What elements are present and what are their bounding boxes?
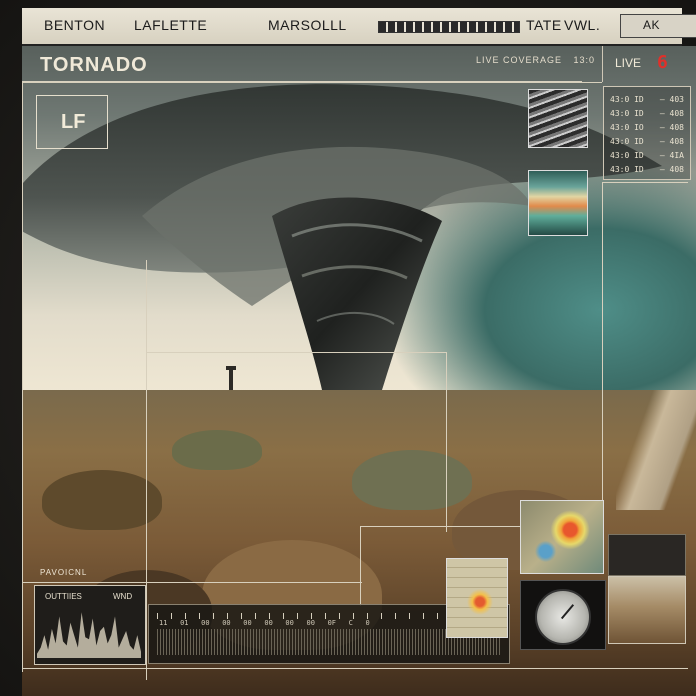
overlay-line xyxy=(602,182,688,183)
readout-time: 43:0 ID xyxy=(610,151,644,160)
county-label[interactable]: LAFLETTE xyxy=(134,17,207,33)
readout-value: — 4IA xyxy=(659,151,684,160)
gauge-panel xyxy=(520,580,606,650)
readout-row: 43:0 ID — 4IA xyxy=(604,151,690,165)
readout-time: 43:0 ID xyxy=(610,165,644,174)
ak-box: AK xyxy=(620,14,696,38)
ruler-tick-labels: 11 01 00 00 00 00 00 00 0F C 0 xyxy=(159,619,370,627)
county-map-thumbnail[interactable] xyxy=(446,558,508,638)
live-label: LIVE xyxy=(615,56,642,70)
waveform-unit: WND xyxy=(113,592,133,601)
radar-map-thumbnail[interactable] xyxy=(520,500,604,574)
readout-time: 43:0 ID xyxy=(610,137,644,146)
readout-row: 43:0 ID — 408 xyxy=(604,109,690,123)
station-logo: LF xyxy=(36,95,108,149)
county-label[interactable]: VWL. xyxy=(564,17,600,33)
overlay-line xyxy=(146,260,147,680)
overlay-line xyxy=(22,668,688,669)
compass-gauge-icon xyxy=(535,589,591,645)
overlay-line xyxy=(602,182,603,532)
overlay-line xyxy=(446,352,447,532)
overlay-line xyxy=(22,82,602,83)
live-number: 6 xyxy=(657,52,668,73)
footage-thumbnail[interactable] xyxy=(528,89,588,148)
signal-meter xyxy=(378,21,520,33)
coverage-time: 13:0 xyxy=(573,55,596,65)
overlay-line xyxy=(146,352,446,353)
readout-value: — 408 xyxy=(659,137,684,146)
radar-thumbnail[interactable] xyxy=(528,170,588,236)
wind-waveform-panel[interactable]: OUTTIIES WND xyxy=(34,585,146,665)
county-bar: BENTON LAFLETTE MARSOLLL TATE VWL. AK xyxy=(22,8,696,46)
live-indicator: LIVE 6 xyxy=(602,46,689,82)
readout-time: 43:0 IO xyxy=(610,123,644,132)
county-label[interactable]: AK xyxy=(643,18,660,32)
readout-row: 43:0 ID — 408 xyxy=(604,165,690,179)
overlay-line xyxy=(360,526,361,606)
readout-row: 43:0 ID — 403 xyxy=(604,95,690,109)
panel-label: PAVOICNL xyxy=(40,568,88,577)
readout-time: 43:0 ID xyxy=(610,95,644,104)
field-camera-thumbnail[interactable] xyxy=(608,576,686,644)
data-readout: 43:0 ID — 403 43:0 ID — 408 43:0 IO — 408 4… xyxy=(603,86,691,180)
readout-value: — 408 xyxy=(659,109,684,118)
page-title: TORNADO xyxy=(40,54,148,76)
waveform-area xyxy=(37,612,141,658)
overlay-line xyxy=(360,526,520,527)
readout-time: 43:0 ID xyxy=(610,109,644,118)
readout-row: 43:0 ID — 408 xyxy=(604,137,690,151)
readout-value: — 403 xyxy=(659,95,684,104)
overlay-line xyxy=(22,582,362,583)
county-label[interactable]: BENTON xyxy=(44,17,105,33)
readout-value: — 408 xyxy=(659,165,684,174)
overlay-line xyxy=(22,82,23,672)
county-label[interactable]: TATE xyxy=(526,17,562,33)
logo-text: LF xyxy=(61,111,86,133)
road xyxy=(616,390,696,510)
county-label[interactable]: MARSOLLL xyxy=(268,17,347,33)
waveform-label: OUTTIIES xyxy=(45,592,82,601)
gauge-needle xyxy=(560,604,575,620)
broadcast-frame: BENTON LAFLETTE MARSOLLL TATE VWL. AK TO… xyxy=(0,0,696,696)
blank-panel xyxy=(608,534,686,576)
waveform-graph xyxy=(37,612,141,658)
readout-row: 43:0 IO — 408 xyxy=(604,123,690,137)
readout-value: — 408 xyxy=(659,123,684,132)
coverage-label: LIVE COVERAGE 13:0 xyxy=(476,55,595,65)
coverage-text: LIVE COVERAGE xyxy=(476,55,563,65)
